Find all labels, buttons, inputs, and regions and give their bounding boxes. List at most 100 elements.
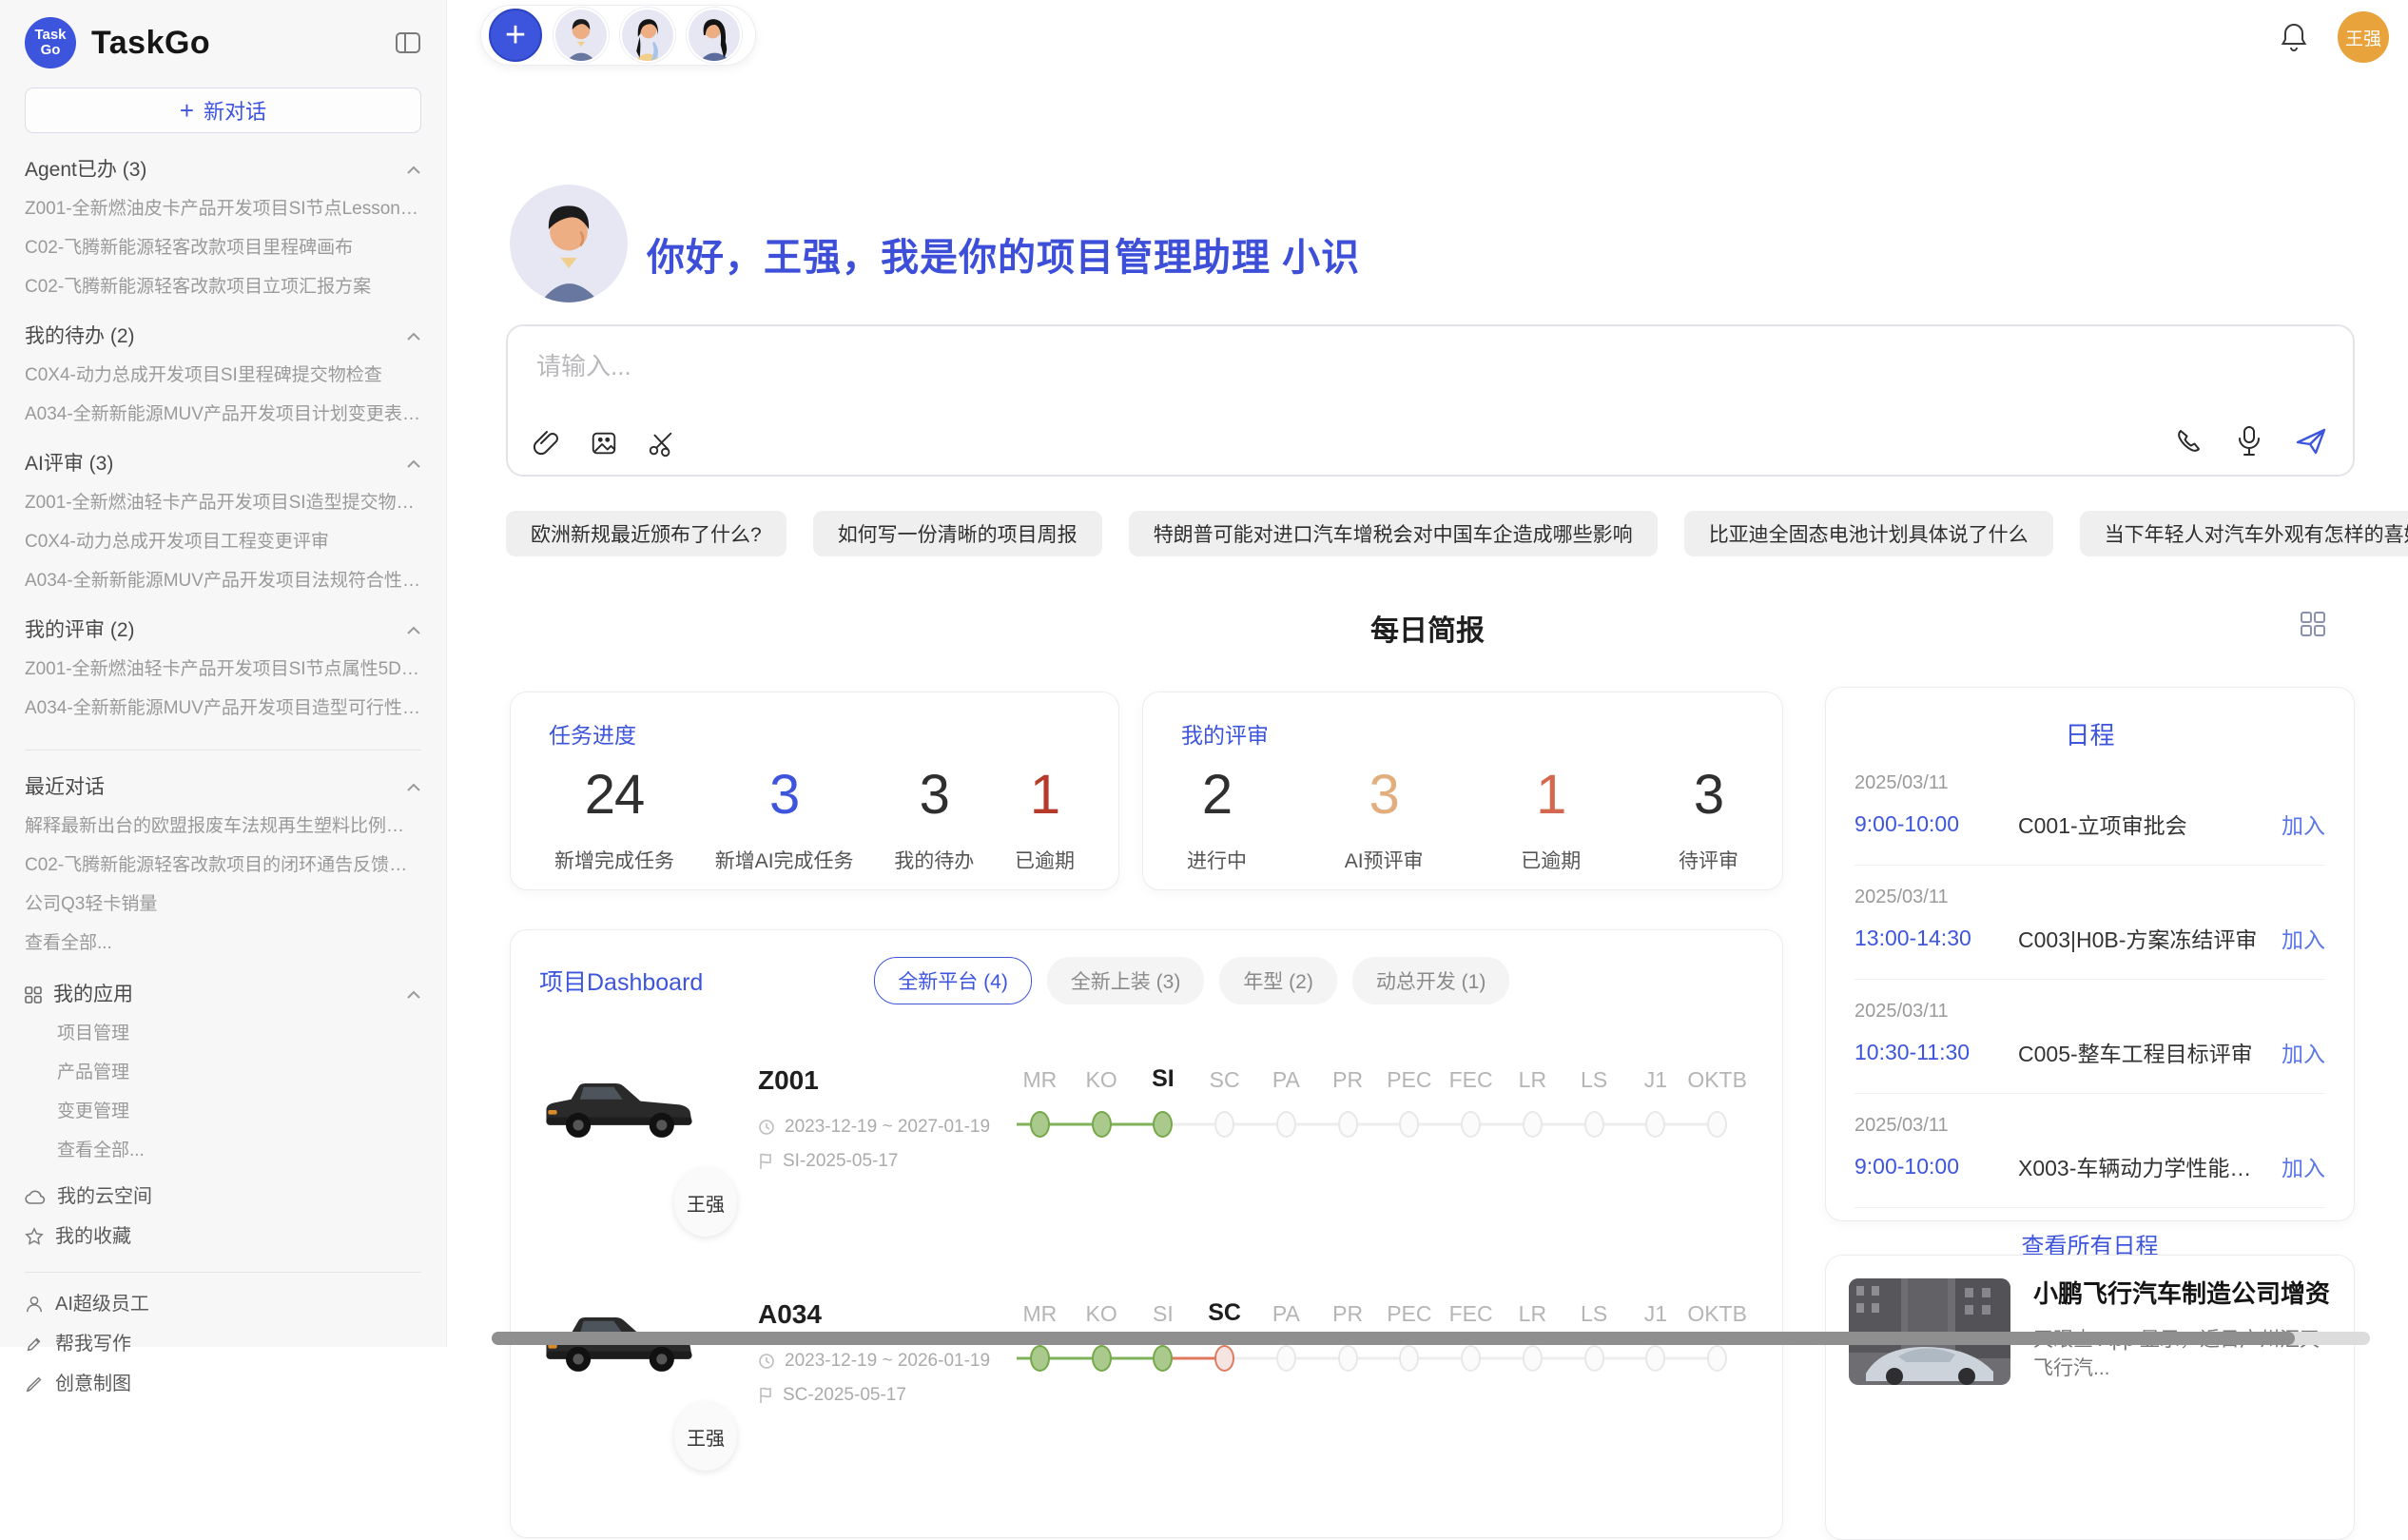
app-item[interactable]: 变更管理 [25, 1100, 421, 1124]
sidebar-item[interactable]: A034-全新新能源MUV产品开发项目法规符合性评审 [25, 569, 421, 594]
cloud-icon [25, 1188, 46, 1205]
join-link[interactable]: 加入 [2282, 1150, 2325, 1182]
suggestion-chip[interactable]: 特朗普可能对进口汽车增税会对中国车企造成哪些影响 [1129, 511, 1658, 556]
sidebar-item-write-helper[interactable]: 帮我写作 [25, 1330, 421, 1358]
section-my-review: 我的评审 (2) Z001-全新燃油轻卡产品开发项目SI节点属性5D文件评审 A… [25, 618, 421, 721]
flag-text: SI-2025-05-17 [783, 1151, 898, 1172]
suggestion-chip[interactable]: 比亚迪全固态电池计划具体说了什么 [1684, 511, 2053, 556]
project-row-partial[interactable] [539, 1533, 1754, 1538]
sidebar-item-cloud-space[interactable]: 我的云空间 [25, 1182, 421, 1211]
contact-avatar-1[interactable] [553, 8, 609, 63]
microphone-icon[interactable] [2235, 425, 2263, 458]
milestone-dot [1338, 1111, 1358, 1138]
recent-chat-item[interactable]: 公司Q3轻卡销量 [25, 892, 421, 917]
join-link[interactable]: 加入 [2282, 922, 2325, 954]
chat-input[interactable] [534, 351, 2068, 382]
metric-label: 已逾期 [1015, 846, 1075, 874]
app-item[interactable]: 项目管理 [25, 1022, 421, 1046]
sidebar-item-label: 创意制图 [55, 1370, 131, 1398]
section-header[interactable]: 我的待办 (2) [25, 324, 421, 349]
milestone-dot [1707, 1345, 1727, 1372]
project-row[interactable]: 王强 Z001 2023-12-19 ~ 2027-01-19 SI-2025-… [539, 1065, 1754, 1208]
project-info: A034 2023-12-19 ~ 2026-01-19 SC-2025-05-… [758, 1299, 994, 1442]
metric: 3 我的待办 [894, 763, 974, 874]
section-header[interactable]: 我的评审 (2) [25, 618, 421, 643]
recent-chat-item-view-all[interactable]: 查看全部... [25, 931, 421, 956]
suggestion-chip[interactable]: 当下年轻人对汽车外观有怎样的喜好趋势 [2080, 511, 2408, 556]
contact-avatar-3[interactable] [687, 8, 742, 63]
sidebar-item[interactable]: C02-飞腾新能源轻客改款项目里程碑画布 [25, 236, 421, 261]
project-row[interactable]: 王强 A034 2023-12-19 ~ 2026-01-19 SC-2025-… [539, 1299, 1754, 1442]
user-avatar[interactable]: 王强 [2338, 11, 2389, 63]
send-icon[interactable] [2294, 426, 2328, 457]
milestone-dot-done [1092, 1111, 1112, 1138]
horizontal-scrollbar-track[interactable] [492, 1332, 2370, 1345]
metric-label: 新增AI完成任务 [715, 846, 854, 874]
notification-bell-icon[interactable] [2279, 21, 2309, 53]
chevron-up-icon [406, 166, 421, 175]
tab-year-model[interactable]: 年型 (2) [1219, 957, 1337, 1004]
sidebar-item[interactable]: A034-全新新能源MUV产品开发项目计划变更表编写 [25, 402, 421, 427]
recent-chat-item[interactable]: 解释最新出台的欧盟报废车法规再生塑料比例被调至15%... [25, 814, 421, 839]
sidebar-item[interactable]: C0X4-动力总成开发项目SI里程碑提交物检查 [25, 363, 421, 388]
section-header[interactable]: Agent已办 (3) [25, 158, 421, 183]
milestone-track: MR KO SI SC PA PR PEC FEC LR LS J1 OKTB [1009, 1065, 1748, 1208]
project-flag-milestone: SC-2025-05-17 [758, 1385, 994, 1406]
phone-icon[interactable] [2174, 426, 2204, 457]
sidebar-item[interactable]: Z001-全新燃油轻卡产品开发项目SI造型提交物评审 [25, 491, 421, 516]
attachment-icon[interactable] [533, 429, 561, 458]
section-recent-chats: 最近对话 解释最新出台的欧盟报废车法规再生塑料比例被调至15%... C02-飞… [25, 775, 421, 956]
section-title: 最近对话 [25, 775, 105, 800]
milestone-dot [1523, 1111, 1543, 1138]
section-title: 我的应用 [53, 983, 133, 1007]
tab-new-body[interactable]: 全新上装 (3) [1047, 957, 1205, 1004]
milestone-label: PR [1317, 1067, 1379, 1093]
sidebar-item-label: 帮我写作 [55, 1330, 131, 1358]
input-right-tools [2174, 425, 2328, 458]
section-header[interactable]: AI评审 (3) [25, 452, 421, 477]
section-my-todo: 我的待办 (2) C0X4-动力总成开发项目SI里程碑提交物检查 A034-全新… [25, 324, 421, 427]
contact-avatar-2[interactable] [620, 8, 675, 63]
horizontal-scrollbar-thumb[interactable] [492, 1332, 2295, 1345]
add-contact-button[interactable]: + [489, 9, 542, 62]
milestone-label: OKTB [1686, 1301, 1748, 1327]
join-link[interactable]: 加入 [2282, 808, 2325, 840]
dashboard-title: 项目Dashboard [539, 964, 703, 998]
sidebar-item[interactable]: A034-全新新能源MUV产品开发项目造型可行性评审 [25, 696, 421, 721]
app-item[interactable]: 产品管理 [25, 1061, 421, 1085]
app-item-view-all[interactable]: 查看全部... [25, 1139, 421, 1163]
project-code: A034 [758, 1299, 994, 1330]
sidebar-item[interactable]: C0X4-动力总成开发项目工程变更评审 [25, 530, 421, 555]
suggestion-chip[interactable]: 如何写一份清晰的项目周报 [813, 511, 1102, 556]
section-header[interactable]: 我的应用 [25, 983, 421, 1007]
metric-label: 新增完成任务 [554, 846, 674, 874]
join-link[interactable]: 加入 [2282, 1036, 2325, 1068]
task-progress-card: 任务进度 24 新增完成任务 3 新增AI完成任务 3 我的待办 1 已逾期 [510, 692, 1119, 890]
sidebar-item[interactable]: C02-飞腾新能源轻客改款项目立项汇报方案 [25, 275, 421, 300]
sidebar-item-ai-employee[interactable]: AI超级员工 [25, 1290, 421, 1318]
layout-grid-icon[interactable] [2300, 611, 2326, 637]
tab-new-platform[interactable]: 全新平台 (4) [874, 957, 1032, 1004]
tab-powertrain[interactable]: 动总开发 (1) [1352, 957, 1510, 1004]
suggestion-chip[interactable]: 欧洲新规最近颁布了什么? [506, 511, 786, 556]
new-chat-button[interactable]: + 新对话 [25, 88, 421, 133]
sidebar-item[interactable]: Z001-全新燃油皮卡产品开发项目SI节点Lesson Learn报告 [25, 197, 421, 222]
section-header[interactable]: 最近对话 [25, 775, 421, 800]
event-title: X003-车辆动力学性能验... [2018, 1150, 2268, 1182]
sidebar-item-favorites[interactable]: 我的收藏 [25, 1222, 421, 1251]
scissors-icon[interactable] [647, 429, 675, 458]
metric-value: 3 [1679, 763, 1738, 827]
section-title: AI评审 (3) [25, 452, 113, 477]
sidebar-item-creative-drawing[interactable]: 创意制图 [25, 1370, 421, 1398]
milestone-dot [1338, 1345, 1358, 1372]
news-card[interactable]: 小鹏飞行汽车制造公司增资 天眼查 App 显示，近日广州汇天飞行汽... [1825, 1255, 2355, 1540]
input-left-tools [533, 429, 675, 458]
person-icon [25, 1295, 44, 1314]
sidebar-item[interactable]: Z001-全新燃油轻卡产品开发项目SI节点属性5D文件评审 [25, 657, 421, 682]
recent-chat-item[interactable]: C02-飞腾新能源轻客改款项目的闭环通告反馈情况 [25, 853, 421, 878]
collapse-sidebar-icon[interactable] [395, 30, 421, 55]
topright-controls: 王强 [2279, 11, 2389, 63]
image-icon[interactable] [590, 429, 618, 458]
chevron-up-icon [406, 332, 421, 341]
event-date: 2025/03/11 [1855, 1115, 2325, 1137]
